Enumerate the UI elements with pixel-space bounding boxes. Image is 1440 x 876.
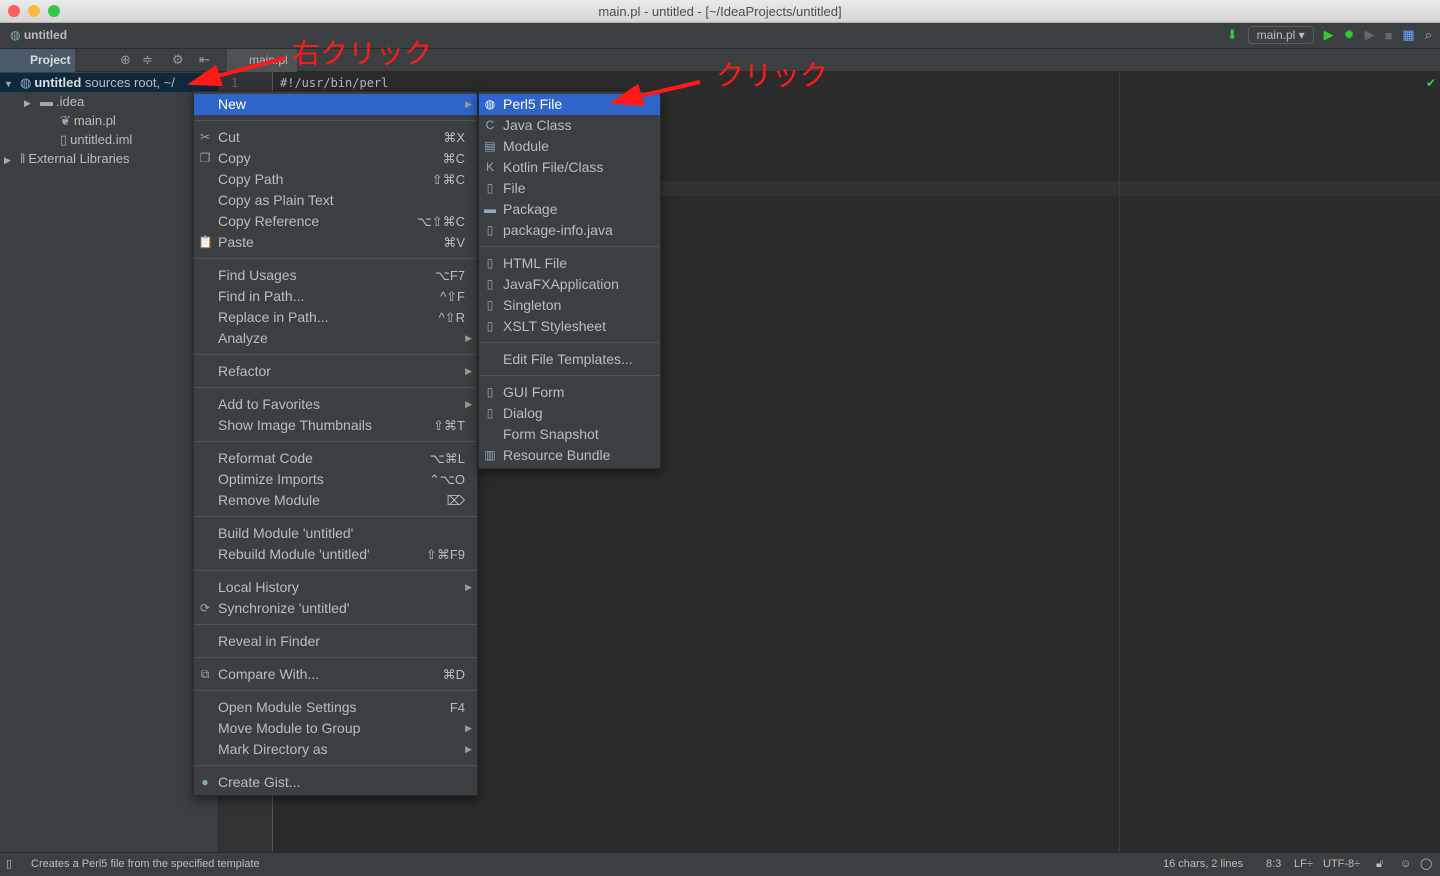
cursor-position[interactable]: 8:3 (1266, 853, 1281, 876)
event-log-icon[interactable]: ◯ (1420, 853, 1432, 876)
line-separator[interactable]: LF÷ (1294, 853, 1313, 876)
status-bar: ▯ Creates a Perl5 file from the specifie… (0, 852, 1440, 876)
arrow-click (634, 80, 701, 99)
toggle-tool-windows-icon[interactable]: ▯ (6, 853, 12, 876)
char-count: 16 chars, 2 lines (1163, 858, 1244, 870)
annotation-arrows (186, 56, 701, 107)
encoding[interactable]: UTF-8÷ (1323, 853, 1360, 876)
arrow-right-click (209, 56, 286, 80)
inspector-icon[interactable]: ☺ (1400, 853, 1411, 876)
lock-icon[interactable]: 🔓︎ (1376, 853, 1383, 876)
status-message: Creates a Perl5 file from the specified … (31, 858, 260, 870)
